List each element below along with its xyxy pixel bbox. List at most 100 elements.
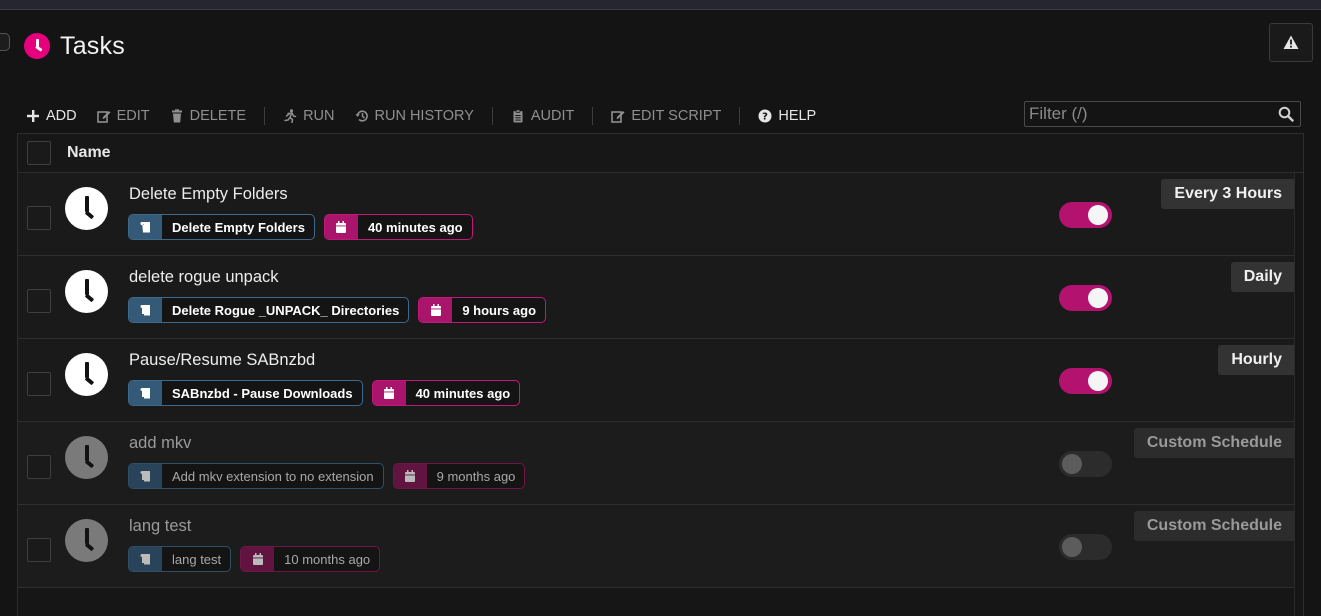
- delete-button-label: DELETE: [189, 108, 247, 124]
- table-row[interactable]: delete rogue unpack Delete Rogue _UNPACK…: [18, 256, 1303, 339]
- table-row[interactable]: Pause/Resume SABnzbd SABnzbd - Pause Dow…: [18, 339, 1303, 422]
- script-chip[interactable]: SABnzbd - Pause Downloads: [128, 380, 363, 406]
- edit-button-label: EDIT: [116, 108, 150, 124]
- table-row[interactable]: add mkv Add mkv extension to no extensio…: [18, 422, 1303, 505]
- help-button[interactable]: ? HELP: [758, 108, 836, 124]
- clock-icon: [65, 436, 108, 479]
- delete-button[interactable]: DELETE: [170, 108, 266, 124]
- audit-button-label: AUDIT: [530, 108, 575, 124]
- calendar-icon: [372, 381, 406, 405]
- last-run-label: 9 hours ago: [462, 302, 537, 318]
- run-button[interactable]: RUN: [283, 108, 354, 124]
- last-run-label: 40 minutes ago: [415, 385, 511, 401]
- task-chips: Add mkv extension to no extension 9 mont…: [128, 463, 526, 489]
- last-run-label: 9 months ago: [436, 468, 516, 484]
- calendar-icon: [393, 464, 427, 488]
- question-circle-icon: ?: [758, 109, 772, 123]
- scroll-icon: [129, 464, 162, 488]
- script-chip-label: SABnzbd - Pause Downloads: [172, 385, 353, 401]
- search-icon[interactable]: [1278, 106, 1294, 122]
- edit-script-button-label: EDIT SCRIPT: [631, 108, 722, 124]
- table-row[interactable]: lang test lang test 10 months ago Custom…: [18, 505, 1303, 588]
- last-run-chip: 40 minutes ago: [323, 214, 473, 240]
- row-checkbox[interactable]: [27, 538, 51, 562]
- enable-toggle[interactable]: [1059, 368, 1112, 394]
- calendar-icon: [324, 215, 358, 239]
- schedule-badge: Every 3 Hours: [1161, 179, 1295, 209]
- enable-toggle[interactable]: [1059, 534, 1112, 560]
- clock-icon: [65, 270, 108, 313]
- edit-script-button[interactable]: EDIT SCRIPT: [611, 108, 741, 124]
- alert-button[interactable]: [1269, 23, 1313, 62]
- schedule-badge: Custom Schedule: [1133, 428, 1295, 458]
- toolbar: ADD EDIT DELETE RUN RUN HISTORY AUDIT ED…: [26, 104, 836, 128]
- row-checkbox[interactable]: [27, 372, 51, 396]
- run-button-label: RUN: [303, 108, 335, 124]
- schedule-badge: Custom Schedule: [1133, 511, 1295, 541]
- clock-icon: [24, 33, 50, 59]
- schedule-badge: Daily: [1230, 262, 1295, 292]
- task-name: add mkv: [129, 434, 192, 452]
- last-run-label: 10 months ago: [284, 551, 371, 567]
- run-history-button-label: RUN HISTORY: [374, 108, 474, 124]
- grid-scrollbar[interactable]: [1294, 173, 1303, 616]
- sidebar-toggle[interactable]: [0, 33, 10, 51]
- running-icon: [284, 109, 297, 123]
- script-chip[interactable]: lang test: [128, 546, 232, 572]
- task-name: Pause/Resume SABnzbd: [129, 351, 316, 369]
- last-run-label: 40 minutes ago: [367, 219, 463, 235]
- last-run-chip: 9 months ago: [392, 463, 526, 489]
- script-chip-label: lang test: [172, 551, 222, 567]
- top-bar: [0, 0, 1321, 10]
- last-run-chip: 40 minutes ago: [371, 380, 521, 406]
- toolbar-divider: [491, 107, 493, 125]
- help-button-label: HELP: [778, 108, 817, 124]
- last-run-chip: 9 hours ago: [418, 297, 547, 323]
- clock-icon: [65, 519, 108, 562]
- row-checkbox[interactable]: [27, 289, 51, 313]
- script-chip[interactable]: Delete Rogue _UNPACK_ Directories: [128, 297, 410, 323]
- script-chip[interactable]: Delete Empty Folders: [128, 214, 315, 240]
- page-title: Tasks: [60, 31, 125, 60]
- enable-toggle[interactable]: [1059, 451, 1112, 477]
- script-chip-label: Delete Empty Folders: [172, 219, 305, 235]
- filter-input[interactable]: [1025, 102, 1278, 126]
- add-button-label: ADD: [46, 108, 77, 124]
- edit-icon: [611, 111, 625, 123]
- filter-box: [1024, 101, 1301, 127]
- edit-icon: [96, 111, 111, 123]
- task-chips: Delete Rogue _UNPACK_ Directories 9 hour…: [128, 297, 547, 323]
- warning-icon: [1283, 35, 1299, 49]
- script-chip[interactable]: Add mkv extension to no extension: [128, 463, 384, 489]
- enable-toggle[interactable]: [1059, 202, 1112, 228]
- last-run-chip: 10 months ago: [240, 546, 381, 572]
- scroll-icon: [129, 547, 162, 571]
- enable-toggle[interactable]: [1059, 285, 1112, 311]
- task-chips: lang test 10 months ago: [128, 546, 381, 572]
- trash-icon: [171, 109, 182, 123]
- task-name: lang test: [129, 517, 192, 535]
- add-button[interactable]: ADD: [26, 108, 97, 124]
- table-row[interactable]: Delete Empty Folders Delete Empty Folder…: [18, 173, 1303, 256]
- task-name: Delete Empty Folders: [129, 185, 288, 203]
- scroll-icon: [129, 381, 162, 405]
- script-chip-label: Delete Rogue _UNPACK_ Directories: [172, 302, 400, 318]
- clock-icon: [65, 187, 108, 230]
- column-header-name[interactable]: Name: [67, 144, 111, 162]
- calendar-icon: [241, 547, 275, 571]
- calendar-icon: [419, 298, 453, 322]
- toolbar-divider: [739, 107, 741, 125]
- scroll-icon: [129, 215, 162, 239]
- run-history-button[interactable]: RUN HISTORY: [355, 108, 494, 124]
- select-all-checkbox[interactable]: [27, 141, 51, 165]
- grid-header: Name: [18, 134, 1303, 173]
- row-checkbox[interactable]: [27, 455, 51, 479]
- schedule-badge: Hourly: [1218, 345, 1295, 375]
- row-checkbox[interactable]: [27, 206, 51, 230]
- toolbar-divider: [264, 107, 266, 125]
- scroll-icon: [129, 298, 162, 322]
- edit-button[interactable]: EDIT: [96, 108, 170, 124]
- task-name: delete rogue unpack: [129, 268, 279, 286]
- history-icon: [355, 110, 368, 122]
- audit-button[interactable]: AUDIT: [511, 108, 595, 124]
